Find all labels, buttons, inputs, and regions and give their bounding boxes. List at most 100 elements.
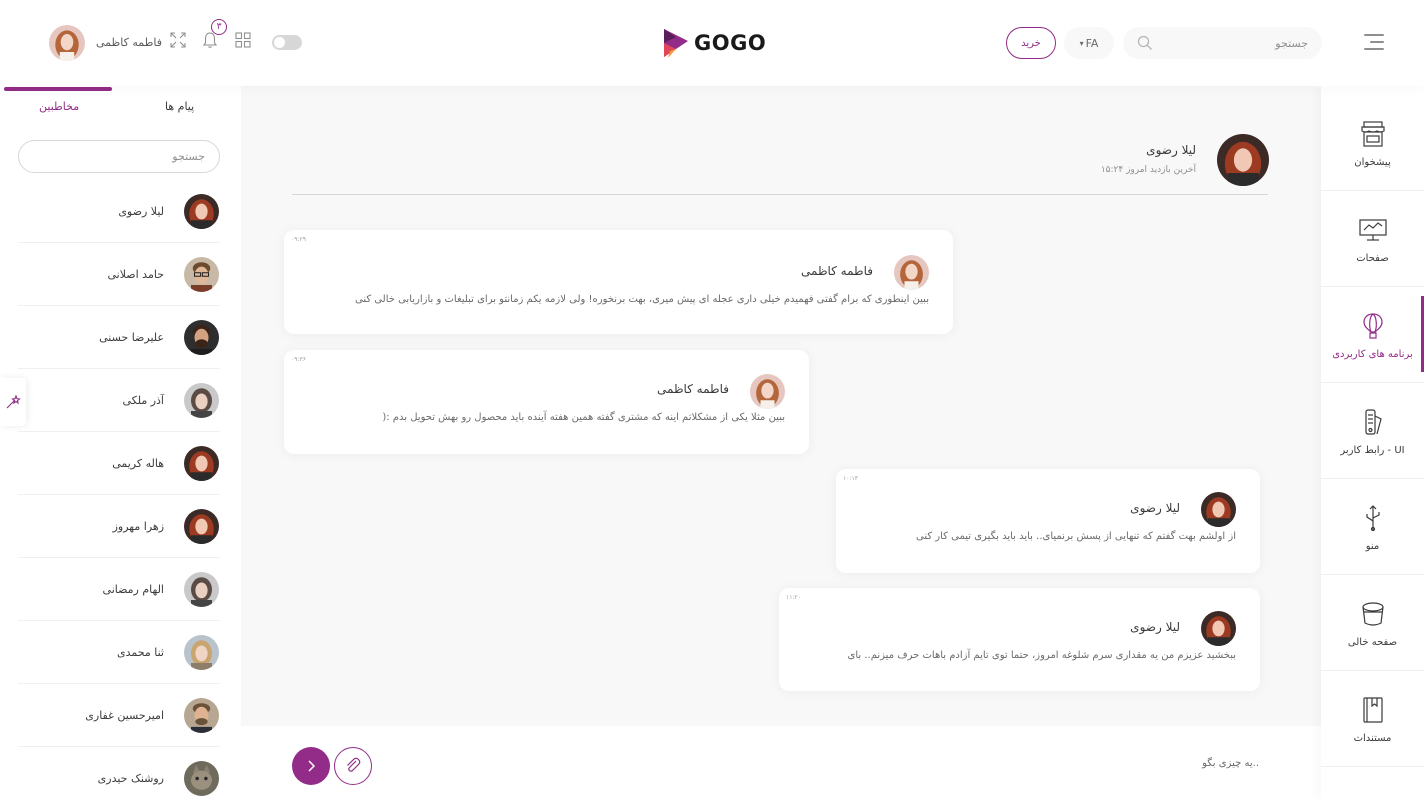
user-avatar[interactable]: [49, 25, 85, 61]
message-text: ببین اینطوری که برام گفتی فهمیدم خیلی دا…: [355, 294, 929, 305]
menu-toggle-button[interactable]: [1364, 34, 1384, 50]
contact-name: امیرحسین غفاری: [85, 708, 164, 722]
message-time: ۱۱:۲۰: [786, 594, 801, 601]
usb-icon: [1365, 504, 1380, 531]
message-avatar: [894, 255, 929, 290]
sidebar-item-dashboard[interactable]: پیشخوان: [1321, 96, 1424, 191]
contact-item[interactable]: هاله کریمی: [18, 432, 220, 495]
caret-down-icon: ▾: [1079, 38, 1084, 48]
contact-avatar: [184, 571, 219, 607]
top-navbar: جستجو ▾ FA خرید GOGO ۳ فاطمه کاظمی: [0, 0, 1424, 86]
message-time: ۰۹:۳۶: [291, 356, 306, 363]
chat-contact-avatar[interactable]: [1217, 134, 1269, 186]
notification-count-badge: ۳: [211, 19, 227, 35]
contact-avatar: [184, 761, 219, 796]
sidebar-item-label: صفحه خالی: [1347, 636, 1398, 648]
sidebar-item-label: رابط کاربر - UI: [1340, 444, 1405, 456]
header-search-placeholder: جستجو: [1275, 36, 1308, 50]
send-button[interactable]: [292, 747, 330, 785]
sidebar-item-label: منو: [1365, 540, 1380, 552]
main-sidebar: پیشخوان صفحات برنامه های کاربردی رابط کا…: [1321, 86, 1424, 799]
message-bubble: ۰۹:۳۶ فاطمه کاظمی ببین مثلا یکی از مشکلا…: [284, 350, 809, 454]
message-avatar: [1201, 492, 1236, 527]
menu-line-icon: [1364, 34, 1384, 36]
contact-name: آذر ملکی: [122, 393, 164, 407]
contact-item[interactable]: لیلا رضوی: [18, 180, 220, 243]
message-input[interactable]: یه چیزی بگو..: [1202, 758, 1259, 769]
language-label: FA: [1085, 36, 1099, 50]
balloon-icon: [1362, 312, 1383, 339]
sidebar-item-menu[interactable]: منو: [1321, 480, 1424, 575]
apps-grid-icon[interactable]: [233, 30, 253, 50]
contact-avatar: [184, 193, 219, 229]
contacts-panel: مخاطبین پیام ها جستجو لیلا رضوی حامد اصل…: [0, 86, 241, 799]
contact-name: روشنک حیدری: [97, 772, 164, 785]
message-text: ببخشید عزیزم من یه مقداری سرم شلوغه امرو…: [847, 650, 1236, 661]
header-search-input[interactable]: جستجو: [1123, 27, 1322, 59]
pantone-icon: [1364, 408, 1382, 435]
theme-customizer-button[interactable]: [0, 378, 26, 426]
fullscreen-icon[interactable]: [168, 30, 188, 50]
menu-line-icon: [1370, 41, 1384, 43]
message-bubble: ۰۹:۲۹ فاطمه کاظمی ببین اینطوری که برام گ…: [284, 230, 953, 334]
sidebar-item-docs[interactable]: مستندات: [1321, 672, 1424, 767]
brand-logo[interactable]: GOGO: [662, 26, 766, 60]
contact-item[interactable]: روشنک حیدری: [18, 747, 220, 799]
chat-contact-name: لیلا رضوی: [1146, 143, 1196, 157]
chat-last-seen: آخرین بازدید امروز ۱۵:۲۴: [1100, 165, 1196, 175]
contact-item[interactable]: امیرحسین غفاری: [18, 684, 220, 747]
contact-avatar: [184, 634, 219, 670]
language-dropdown[interactable]: ▾ FA: [1064, 27, 1114, 59]
contact-name: حامد اصلانی: [107, 267, 164, 281]
sidebar-item-blank-page[interactable]: صفحه خالی: [1321, 576, 1424, 671]
shop-icon: [1360, 120, 1385, 147]
tab-contacts[interactable]: مخاطبین: [39, 100, 79, 113]
contact-item[interactable]: زهرا مهروز: [18, 495, 220, 558]
contacts-search-input[interactable]: جستجو: [18, 140, 220, 173]
tab-active-underline: [4, 87, 112, 91]
sidebar-item-pages[interactable]: صفحات: [1321, 192, 1424, 287]
current-user-name[interactable]: فاطمه کاظمی: [96, 36, 162, 49]
brand-name: GOGO: [694, 31, 767, 55]
theme-toggle[interactable]: [272, 35, 302, 50]
contact-name: لیلا رضوی: [118, 204, 164, 218]
message-avatar: [750, 374, 785, 409]
message-bubble: ۱۰:۱۳ لیلا رضوی از اولشم بهت گفتم که تنه…: [836, 469, 1260, 573]
contact-item[interactable]: علیرضا حسنی: [18, 306, 220, 369]
search-icon[interactable]: [1137, 35, 1153, 51]
contact-item[interactable]: آذر ملکی: [18, 369, 220, 432]
contact-name: هاله کریمی: [112, 456, 164, 470]
contact-name: ثنا محمدی: [117, 645, 164, 659]
sidebar-item-label: برنامه های کاربردی: [1332, 348, 1413, 360]
menu-line-icon: [1364, 48, 1384, 50]
contact-avatar: [184, 256, 219, 292]
chat-header-divider: [292, 194, 1268, 195]
contact-name: علیرضا حسنی: [99, 330, 164, 344]
monitor-icon: [1358, 218, 1387, 241]
message-sender: لیلا رضوی: [1130, 620, 1180, 634]
contact-name: الهام رمضانی: [102, 582, 164, 596]
chevron-right-icon: [308, 760, 316, 772]
contact-avatar: [184, 508, 219, 544]
contact-item[interactable]: ثنا محمدی: [18, 621, 220, 684]
contact-name: زهرا مهروز: [112, 519, 164, 533]
book-icon: [1362, 696, 1383, 723]
message-time: ۰۹:۲۹: [291, 236, 306, 243]
magic-wand-icon: [6, 394, 21, 409]
paperclip-icon: [347, 757, 361, 772]
sidebar-item-label: صفحات: [1356, 252, 1389, 264]
message-sender: لیلا رضوی: [1130, 501, 1180, 515]
contact-item[interactable]: الهام رمضانی: [18, 558, 220, 621]
contact-avatar: [184, 697, 219, 733]
contact-avatar: [184, 382, 219, 418]
attach-button[interactable]: [334, 747, 372, 785]
sidebar-item-applications[interactable]: برنامه های کاربردی: [1321, 288, 1424, 383]
tab-messages[interactable]: پیام ها: [165, 100, 194, 113]
message-bubble: ۱۱:۲۰ لیلا رضوی ببخشید عزیزم من یه مقدار…: [779, 588, 1260, 691]
message-sender: فاطمه کاظمی: [801, 264, 873, 278]
contact-item[interactable]: حامد اصلانی: [18, 243, 220, 306]
sidebar-item-ui[interactable]: رابط کاربر - UI: [1321, 384, 1424, 479]
logo-mark-icon: [664, 29, 688, 58]
contact-avatar: [184, 445, 219, 481]
buy-button[interactable]: خرید: [1006, 27, 1056, 59]
